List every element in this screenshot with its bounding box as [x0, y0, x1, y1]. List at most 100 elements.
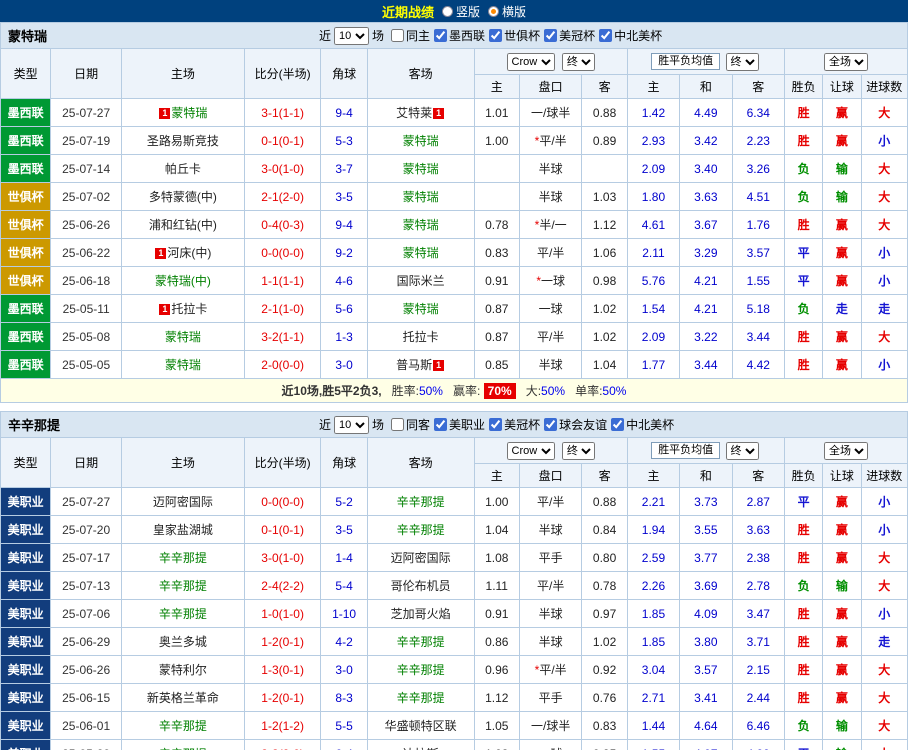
goals-result-cell: 大	[861, 572, 907, 600]
home-team-name: 辛辛那提	[159, 719, 207, 733]
avg-draw-odds: 3.55	[680, 516, 732, 544]
home-team-cell: 辛辛那提	[121, 572, 244, 600]
corners-cell: 5-5	[321, 712, 367, 740]
match-row: 美职业25-07-17辛辛那提3-0(1-0)1-4迈阿密国际1.08平手0.8…	[1, 544, 908, 572]
filter-option[interactable]: 美冠杯	[489, 416, 540, 433]
home-team-cell: 蒙特利尔	[121, 656, 244, 684]
away-team-name: 华盛顿特区联	[385, 719, 457, 733]
league-filter-checkboxes: 同客美职业美冠杯 球会友谊中北美杯	[387, 416, 674, 434]
over-rate: 大:50%	[526, 382, 565, 399]
col-header-score: 比分(半场)	[244, 49, 321, 99]
filter-checkbox[interactable]	[434, 418, 447, 431]
score-cell: 1-2(0-1)	[244, 628, 321, 656]
avg-draw-odds: 3.40	[680, 155, 732, 183]
layout-radio-horizontal[interactable]: 横版	[488, 3, 526, 20]
filter-option[interactable]: 同主	[391, 27, 430, 44]
away-team-name: 艾特莱	[396, 106, 432, 120]
filter-checkbox[interactable]	[434, 29, 447, 42]
avg-away-odds: 3.63	[732, 516, 784, 544]
corners-cell: 8-3	[321, 684, 367, 712]
goals-result-cell: 小	[861, 127, 907, 155]
games-count-select[interactable]: 10	[334, 416, 369, 434]
filter-option[interactable]: 墨西联	[434, 27, 485, 44]
avg-final-select[interactable]: 终	[726, 442, 759, 460]
radio-unselected-icon[interactable]	[442, 6, 453, 17]
filter-checkbox[interactable]	[489, 29, 502, 42]
home-team-name: 蒙特瑞	[171, 106, 207, 120]
filter-option[interactable]: 美冠杯	[544, 27, 595, 44]
filter-option[interactable]: 美职业	[434, 416, 485, 433]
favorite-asterisk: *	[535, 134, 540, 148]
filter-checkbox[interactable]	[544, 29, 557, 42]
handicap-cell: 一球	[519, 295, 581, 323]
fulltime-select[interactable]: 全场	[824, 53, 868, 71]
home-team-cell: 1托拉卡	[121, 295, 244, 323]
match-row: 墨西联25-07-14帕丘卡3-0(1-0)3-7蒙特瑞半球2.093.403.…	[1, 155, 908, 183]
filter-option[interactable]: 中北美杯	[599, 27, 662, 44]
avg-draw-odds: 3.73	[680, 488, 732, 516]
date-cell: 25-07-17	[51, 544, 122, 572]
fulltime-select[interactable]: 全场	[824, 442, 868, 460]
odds-company-select[interactable]: Crow	[507, 53, 555, 71]
crown-away-odds	[582, 155, 627, 183]
corners-cell: 1-10	[321, 600, 367, 628]
avg-home-odds: 1.55	[627, 740, 679, 750]
avg-away-odds: 2.23	[732, 127, 784, 155]
subcol-avg-draw: 和	[680, 464, 732, 488]
matches-table: 类型 日期 主场 比分(半场) 角球 客场 Crow 终 胜平负均值 终	[0, 437, 908, 750]
avg-final-select[interactable]: 终	[726, 53, 759, 71]
avg-odds-label[interactable]: 胜平负均值	[651, 442, 720, 459]
match-row: 美职业25-07-13辛辛那提2-4(2-2)5-4哥伦布机员1.11平/半0.…	[1, 572, 908, 600]
avg-away-odds: 3.71	[732, 628, 784, 656]
games-count-select[interactable]: 10	[334, 27, 369, 45]
filter-checkbox[interactable]	[391, 418, 404, 431]
odds-final-select[interactable]: 终	[562, 53, 595, 71]
date-cell: 25-05-08	[51, 323, 122, 351]
rank-badge: 1	[159, 108, 170, 119]
date-cell: 25-07-14	[51, 155, 122, 183]
league-type-cell: 美职业	[1, 516, 51, 544]
away-team-cell: 辛辛那提	[367, 516, 474, 544]
page: 近期战绩 竖版 横版 蒙特瑞 近 10 场 同主墨西联世俱杯美冠杯中北美杯	[0, 0, 908, 750]
crown-home-odds: 1.00	[474, 488, 519, 516]
handicap-cell: *平/半	[519, 656, 581, 684]
avg-away-odds: 2.38	[732, 544, 784, 572]
date-cell: 25-05-29	[51, 740, 122, 750]
subcol-goals-result: 进球数	[861, 464, 907, 488]
league-type-cell: 墨西联	[1, 99, 51, 127]
filter-option[interactable]: 中北美杯	[611, 416, 674, 433]
radio-selected-icon[interactable]	[488, 6, 499, 17]
filter-checkbox[interactable]	[544, 418, 557, 431]
avg-away-odds: 4.99	[732, 740, 784, 750]
filter-option[interactable]: 球会友谊	[544, 416, 607, 433]
match-result-cell: 胜	[784, 600, 822, 628]
filter-checkbox[interactable]	[489, 418, 502, 431]
away-team-cell: 辛辛那提	[367, 684, 474, 712]
filter-option[interactable]: 世俱杯	[489, 27, 540, 44]
avg-odds-label[interactable]: 胜平负均值	[651, 53, 720, 70]
subcol-result: 胜负	[784, 464, 822, 488]
subcol-goals-result: 进球数	[861, 75, 907, 99]
avg-home-odds: 1.85	[627, 628, 679, 656]
score-cell: 0-0(0-0)	[244, 488, 321, 516]
avg-draw-odds: 3.29	[680, 239, 732, 267]
odds-company-select[interactable]: Crow	[507, 442, 555, 460]
home-team-name: 托拉卡	[171, 302, 207, 316]
away-team-cell: 蒙特瑞	[367, 155, 474, 183]
goals-result-cell: 小	[861, 267, 907, 295]
handicap-result-cell: 输	[823, 712, 861, 740]
filter-label: 球会友谊	[559, 416, 607, 433]
avg-away-odds: 2.15	[732, 656, 784, 684]
filter-checkbox[interactable]	[391, 29, 404, 42]
avg-home-odds: 1.77	[627, 351, 679, 379]
filter-checkbox[interactable]	[599, 29, 612, 42]
home-team-name: 河床(中)	[167, 246, 211, 260]
crown-away-odds: 1.06	[582, 239, 627, 267]
league-type-cell: 美职业	[1, 572, 51, 600]
crown-home-odds: 0.87	[474, 323, 519, 351]
layout-radio-vertical[interactable]: 竖版	[442, 3, 480, 20]
odds-final-select[interactable]: 终	[562, 442, 595, 460]
handicap-cell: 平手	[519, 684, 581, 712]
filter-option[interactable]: 同客	[391, 416, 430, 433]
filter-checkbox[interactable]	[611, 418, 624, 431]
